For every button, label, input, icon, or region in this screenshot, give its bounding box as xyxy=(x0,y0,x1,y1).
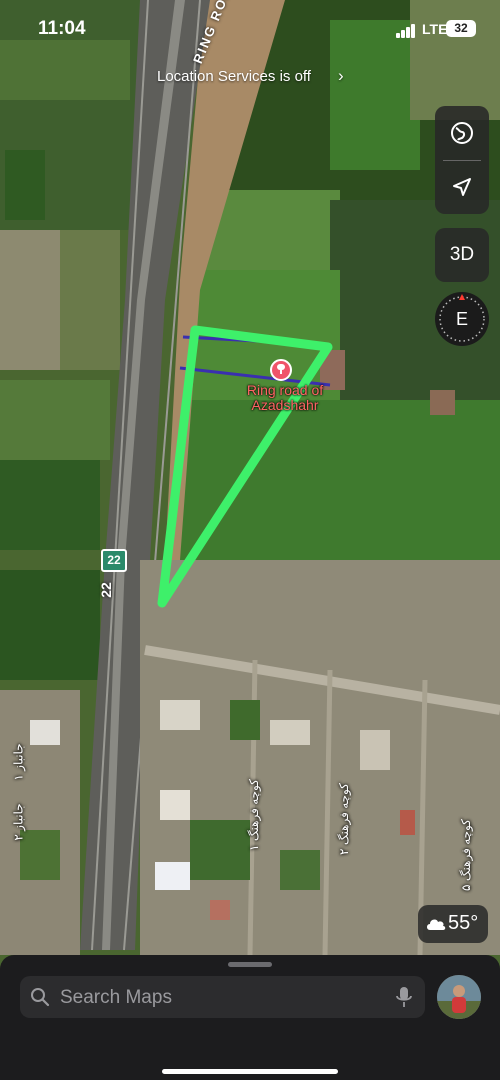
bottom-sheet[interactable] xyxy=(0,955,500,1080)
search-bar[interactable] xyxy=(20,976,425,1018)
temperature: 55° xyxy=(448,912,479,934)
place-label[interactable]: Ring road of Azadshahr xyxy=(205,383,365,413)
avatar[interactable] xyxy=(437,975,481,1019)
road-shield: 22 xyxy=(101,549,127,572)
profile-photo-icon xyxy=(437,975,481,1019)
status-time: 11:04 xyxy=(38,18,86,39)
map-controls xyxy=(435,106,489,214)
network-type: LTE xyxy=(422,21,448,37)
compass-heading: E xyxy=(455,309,468,329)
weather-badge[interactable]: 55° xyxy=(418,905,488,943)
search-input[interactable] xyxy=(58,984,382,1012)
3d-label: 3D xyxy=(449,244,475,265)
location-services-text: Location Services is off xyxy=(157,68,311,85)
cloud-icon xyxy=(427,919,446,930)
battery-indicator: 32 xyxy=(446,20,476,37)
street-label: کوچه فرهنگ ۵ xyxy=(458,819,473,891)
street-label: جانباز ۲ xyxy=(11,803,26,841)
location-arrow-icon xyxy=(453,178,471,196)
sheet-grabber[interactable] xyxy=(228,962,272,967)
globe-button[interactable] xyxy=(435,106,489,160)
globe-icon xyxy=(451,122,473,144)
current-location-button[interactable] xyxy=(435,160,489,214)
location-services-banner[interactable]: Location Services is off › xyxy=(150,66,360,88)
street-label: کوچه فرهنگ ۲ xyxy=(336,783,351,855)
status-bar: 11:04 LTE 32 xyxy=(0,18,500,44)
home-indicator xyxy=(162,1069,338,1074)
street-label: کوچه فرهنگ ۱ xyxy=(246,779,261,851)
road-number-label: 22 xyxy=(97,582,114,598)
microphone-icon[interactable] xyxy=(396,986,412,1008)
compass-button[interactable]: E xyxy=(435,292,489,346)
3d-button[interactable]: 3D xyxy=(435,228,489,282)
place-pin-icon[interactable] xyxy=(270,359,292,381)
search-icon xyxy=(31,988,50,1007)
chevron-right-icon: › xyxy=(338,66,344,85)
place-label-line1: Ring road of xyxy=(246,382,324,398)
street-label: جانباز ۱ xyxy=(11,743,26,781)
signal-icon xyxy=(396,24,416,38)
place-label-line2: Azadshahr xyxy=(251,397,319,413)
